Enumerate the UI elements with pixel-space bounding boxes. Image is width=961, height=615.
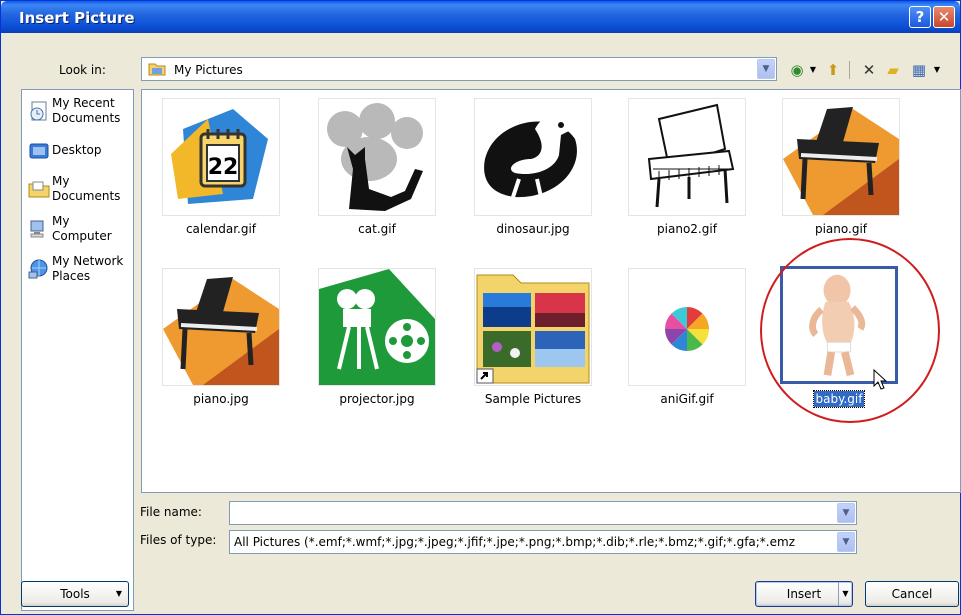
up-folder-icon[interactable]: ⬆: [823, 60, 843, 80]
piano2-thumbnail: [628, 98, 746, 216]
file-item-sample-pictures[interactable]: Sample Pictures: [469, 268, 593, 428]
piano-jpg-thumbnail: [162, 268, 280, 386]
look-in-value: My Pictures: [174, 63, 243, 77]
cat-thumbnail: [318, 98, 436, 216]
file-name: dinosaur.jpg: [496, 222, 570, 236]
anigif-thumbnail: [628, 268, 746, 386]
insert-label: Insert: [786, 587, 822, 601]
file-item-cat[interactable]: cat.gif: [313, 98, 437, 258]
toolbar-separator: [849, 61, 850, 79]
chevron-down-icon: ▼: [115, 589, 122, 598]
my-documents-icon: [28, 181, 50, 198]
place-my-documents[interactable]: My Documents: [26, 172, 131, 210]
file-type-value: All Pictures (*.emf;*.wmf;*.jpg;*.jpeg;*…: [234, 535, 795, 549]
file-item-piano-gif[interactable]: piano.gif: [777, 98, 901, 258]
highlight-circle: [760, 238, 940, 423]
my-computer-icon: [30, 220, 44, 238]
file-name: piano2.gif: [657, 222, 717, 236]
dialog-title: Insert Picture: [19, 9, 135, 27]
file-name: Sample Pictures: [484, 392, 582, 406]
file-name: aniGif.gif: [660, 392, 714, 406]
places-bar: My Recent Documents Desktop My Documents…: [21, 89, 134, 611]
insert-picture-dialog: Insert Picture ? ✕ Look in: My Pictures …: [0, 0, 961, 615]
tools-button[interactable]: Tools ▼: [21, 581, 129, 607]
new-folder-icon[interactable]: ▰: [883, 60, 903, 80]
file-name-label: File name:: [140, 505, 202, 519]
file-name: piano.jpg: [193, 392, 249, 406]
delete-icon[interactable]: ✕: [859, 60, 879, 80]
views-dropdown-icon[interactable]: ▼: [933, 60, 941, 80]
insert-options-dropdown[interactable]: ▼: [838, 582, 852, 606]
file-type-label: Files of type:: [140, 533, 217, 547]
file-item-dinosaur[interactable]: dinosaur.jpg: [469, 98, 593, 258]
file-name-input[interactable]: ▼: [229, 501, 857, 525]
place-label: My Network Places: [52, 254, 124, 283]
help-button[interactable]: ?: [909, 6, 931, 28]
file-item-piano-jpg[interactable]: piano.jpg: [157, 268, 281, 428]
network-places-icon: [28, 259, 48, 279]
pictures-folder-icon: [148, 63, 166, 76]
file-item-anigif[interactable]: aniGif.gif: [623, 268, 747, 428]
title-bar[interactable]: Insert Picture ? ✕: [1, 1, 960, 33]
file-name: cat.gif: [358, 222, 396, 236]
close-button[interactable]: ✕: [933, 6, 955, 28]
insert-button[interactable]: Insert ▼: [755, 581, 853, 607]
folder-thumbnail: [474, 268, 592, 386]
place-network-places[interactable]: My Network Places: [26, 252, 131, 290]
desktop-icon: [29, 143, 49, 159]
back-icon[interactable]: ◉: [787, 60, 807, 80]
dialog-toolbar: ◉ ▼ ⬆ ✕ ▰ ▦ ▼: [783, 57, 961, 83]
cancel-button[interactable]: Cancel: [865, 581, 959, 607]
calendar-thumbnail: 22: [162, 98, 280, 216]
file-list-view[interactable]: 22 calendar.gif cat.gif dinosaur.jpg pia…: [141, 89, 961, 493]
file-name: projector.jpg: [339, 392, 415, 406]
dropdown-icon[interactable]: ▼: [809, 60, 817, 80]
look-in-label: Look in:: [59, 63, 106, 77]
mouse-cursor-icon: [873, 369, 887, 390]
chevron-down-icon[interactable]: ▼: [757, 59, 775, 79]
file-type-dropdown[interactable]: All Pictures (*.emf;*.wmf;*.jpg;*.jpeg;*…: [229, 530, 857, 554]
svg-text:22: 22: [208, 155, 239, 180]
tools-label: Tools: [60, 587, 90, 601]
look-in-dropdown[interactable]: My Pictures ▼: [141, 57, 777, 81]
file-item-projector[interactable]: projector.jpg: [313, 268, 437, 428]
place-label: My Computer: [52, 214, 112, 243]
place-label: My Documents: [52, 174, 121, 203]
piano-gif-thumbnail: [782, 98, 900, 216]
recent-documents-icon: [30, 101, 47, 121]
place-my-computer[interactable]: My Computer: [26, 212, 131, 250]
file-name: piano.gif: [814, 222, 868, 236]
place-label: Desktop: [52, 143, 102, 157]
file-name: calendar.gif: [185, 222, 257, 236]
place-recent-documents[interactable]: My Recent Documents: [26, 94, 131, 132]
dinosaur-thumbnail: [474, 98, 592, 216]
chevron-down-icon[interactable]: ▼: [837, 503, 855, 523]
place-desktop[interactable]: Desktop: [26, 134, 131, 172]
projector-thumbnail: [318, 268, 436, 386]
file-item-calendar[interactable]: 22 calendar.gif: [157, 98, 281, 258]
chevron-down-icon[interactable]: ▼: [837, 532, 855, 552]
views-icon[interactable]: ▦: [909, 60, 929, 80]
file-item-piano2[interactable]: piano2.gif: [623, 98, 747, 258]
place-label: My Recent Documents: [52, 96, 121, 125]
